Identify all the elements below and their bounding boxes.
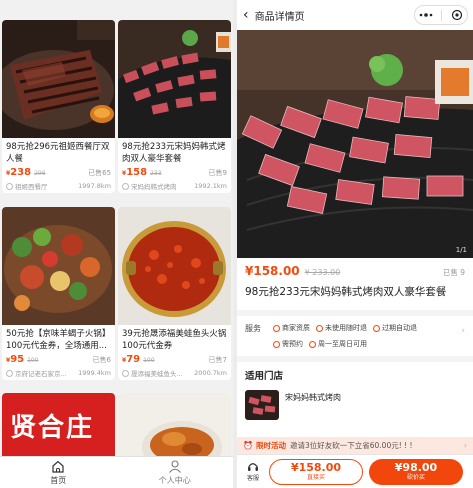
current-price: ¥158.00 xyxy=(245,264,300,278)
feed-panel: 98元抢296元祖姬西餐厅双人餐 ¥ 238 296 已售65 祖姬西餐厅 19… xyxy=(0,0,233,488)
deal-card[interactable]: 50元抢【京味羊蝎子火锅】100元代金券，全场通用... ¥ 95 100 已售… xyxy=(2,207,115,380)
capsule-divider xyxy=(441,9,443,21)
deal-card[interactable]: 98元抢233元宋妈妈韩式烤肉双人豪华套餐 ¥ 158 233 已售9 宋妈妈韩… xyxy=(118,20,231,193)
bargain-label: 砍价买 xyxy=(406,474,425,481)
sold-count: 已售 9 xyxy=(442,268,465,277)
page-title: 商品详情页 xyxy=(254,11,305,23)
detail-panel: ‹ 商品详情页 1/1 ¥158.00 ¥ 233.00 已售 9 98元抢23… xyxy=(237,0,473,488)
service-tag: 需预约 xyxy=(273,336,303,352)
deal-shop-name: 宋妈妈韩式烤肉 xyxy=(131,183,177,191)
store-name: 宋妈妈韩式烤肉 xyxy=(285,393,341,402)
location-icon xyxy=(6,182,13,190)
original-price: ¥ 233.00 xyxy=(304,268,341,277)
miniapp-capsule xyxy=(414,5,468,25)
product-name: 98元抢233元宋妈妈韩式烤肉双人豪华套餐 xyxy=(245,286,447,298)
deal-sold-count: 已售7 xyxy=(208,356,227,364)
check-circle-icon xyxy=(273,340,280,348)
service-tag: 过期自动退 xyxy=(373,320,417,336)
tab-profile[interactable]: 个人中心 xyxy=(117,457,234,488)
customer-service-button[interactable]: 客服 xyxy=(241,461,265,482)
close-miniapp-icon[interactable] xyxy=(451,9,463,21)
location-icon xyxy=(122,182,129,190)
more-icon[interactable] xyxy=(419,12,433,18)
deal-distance: 1997.8km xyxy=(78,182,111,190)
deal-distance: 1999.4km xyxy=(78,369,111,377)
deal-distance: 1992.1km xyxy=(194,182,227,190)
deal-original-price: 100 xyxy=(143,357,155,364)
banner-text: 贤合庄 xyxy=(10,413,95,443)
buy-direct-price: ¥158.00 xyxy=(290,461,342,474)
deal-card[interactable]: 39元抢晟添福美蛙鱼头火锅100元代金券 ¥ 79 100 已售7 晟添福美蛙鱼… xyxy=(118,207,231,380)
promo-tag: 限时活动 xyxy=(255,441,286,450)
store-thumbnail xyxy=(245,390,279,420)
deal-title: 39元抢晟添福美蛙鱼头火锅100元代金券 xyxy=(122,329,227,351)
check-circle-icon xyxy=(273,324,280,332)
deal-price: 238 xyxy=(10,167,32,178)
tab-profile-label: 个人中心 xyxy=(158,475,191,485)
bottom-tab-bar: 首页 个人中心 xyxy=(0,456,233,488)
back-button[interactable]: ‹ xyxy=(243,7,249,23)
deal-image-fish-hotpot xyxy=(118,207,231,325)
tab-home-label: 首页 xyxy=(50,475,67,485)
tab-home[interactable]: 首页 xyxy=(0,457,117,488)
home-icon xyxy=(52,460,64,473)
deal-original-price: 296 xyxy=(34,170,46,177)
deal-price: 79 xyxy=(126,354,141,365)
image-pager: 1/1 xyxy=(455,246,467,254)
headset-icon xyxy=(248,463,258,471)
deal-title: 98元抢233元宋妈妈韩式烤肉双人豪华套餐 xyxy=(122,142,226,164)
deal-price: 158 xyxy=(126,167,148,178)
chevron-right-icon: › xyxy=(464,441,467,450)
check-circle-icon xyxy=(316,324,323,332)
buy-direct-label: 直接买 xyxy=(306,474,325,481)
bargain-price: ¥98.00 xyxy=(394,461,438,474)
customer-service-label: 客服 xyxy=(246,475,259,482)
deal-sold-count: 已售65 xyxy=(88,169,111,177)
person-icon xyxy=(168,459,181,473)
deal-title: 50元抢【京味羊蝎子火锅】100元代金券，全场通用... xyxy=(6,329,111,351)
deal-card[interactable]: 98元抢296元祖姬西餐厅双人餐 ¥ 238 296 已售65 祖姬西餐厅 19… xyxy=(2,20,115,193)
store-item[interactable]: 宋妈妈韩式烤肉 xyxy=(245,390,465,420)
deal-original-price: 100 xyxy=(27,357,39,364)
service-row[interactable]: 服务 商家资质 未使用随时退 过期自动退 需预约 周一至周日可用 › xyxy=(237,316,473,356)
check-circle-icon xyxy=(309,340,316,348)
buy-direct-button[interactable]: ¥158.00 直接买 xyxy=(269,458,363,485)
deal-sold-count: 已售9 xyxy=(208,169,227,177)
deal-image-chicken xyxy=(118,393,231,463)
check-circle-icon xyxy=(373,324,380,332)
promo-text: 邀请3位好友砍一下立省60.00元! ! ! xyxy=(289,441,413,450)
deal-card-partial[interactable]: 贤合庄 xyxy=(2,393,115,463)
action-bar: 客服 ¥158.00 直接买 ¥98.00 砍价买 xyxy=(237,454,473,488)
chevron-right-icon: › xyxy=(461,326,465,336)
stores-heading: 适用门店 xyxy=(245,371,284,382)
deal-image-hotpot xyxy=(2,207,115,325)
service-tag: 未使用随时退 xyxy=(316,320,367,336)
deal-card-partial[interactable] xyxy=(118,393,231,463)
location-icon xyxy=(122,369,129,377)
stores-section: 适用门店 宋妈妈韩式烤肉 xyxy=(237,362,473,442)
price-section: ¥158.00 ¥ 233.00 已售 9 98元抢233元宋妈妈韩式烤肉双人豪… xyxy=(237,258,473,310)
deal-shop-name: 祖姬西餐厅 xyxy=(15,183,48,191)
service-tag: 商家资质 xyxy=(273,320,310,336)
deal-original-price: 233 xyxy=(150,170,162,177)
deal-sold-count: 已售6 xyxy=(92,356,111,364)
bargain-buy-button[interactable]: ¥98.00 砍价买 xyxy=(369,458,463,485)
service-label: 服务 xyxy=(245,324,261,333)
service-tag: 周一至周日可用 xyxy=(309,336,367,352)
nav-bar: ‹ 商品详情页 xyxy=(237,0,473,30)
deal-price: 95 xyxy=(10,354,25,365)
deal-shop-name: 晟添福美蛙鱼头... xyxy=(131,370,183,378)
deal-distance: 2000.7km xyxy=(194,369,227,377)
alarm-clock-icon: ⏰ xyxy=(243,441,253,450)
deal-shop-name: 京府记老石家京... xyxy=(15,370,67,378)
deal-title: 98元抢296元祖姬西餐厅双人餐 xyxy=(6,142,110,164)
promo-banner[interactable]: ⏰ 限时活动 邀请3位好友砍一下立省60.00元! ! ! › xyxy=(237,437,473,454)
location-icon xyxy=(6,369,13,377)
deal-image-steak xyxy=(2,20,115,138)
deal-image-bbq xyxy=(118,20,231,138)
product-hero-image[interactable]: 1/1 xyxy=(237,30,473,258)
